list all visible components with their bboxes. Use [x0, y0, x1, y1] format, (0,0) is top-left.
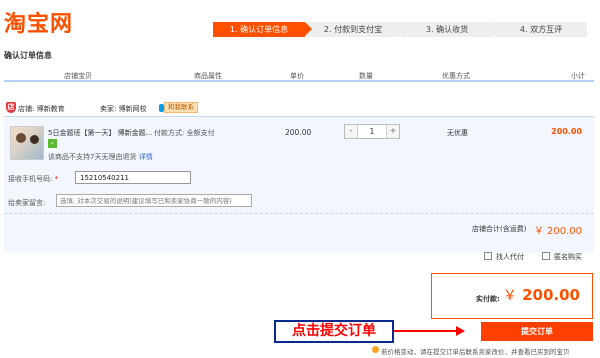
col-header-quantity: 数量 [359, 72, 373, 80]
seller-name[interactable]: 卖家: 博新网校 [100, 104, 147, 114]
product-title-link[interactable]: 5日金题班【第一天】 博新金题... [48, 128, 152, 138]
return-policy-note: 该商品不支持7天无理由退货 详情 [48, 152, 153, 162]
store-name[interactable]: 店铺: 博新教育 [18, 104, 65, 114]
phone-label-text: 接收手机号码: [8, 175, 53, 183]
price-change-note: 若价格变动，请在提交订单后联系卖家改价，并查看已买到的宝贝 [372, 346, 570, 356]
order-table-header: 店铺宝贝 商品属性 单价 数量 优惠方式 小计 [4, 68, 594, 82]
col-header-shop-item: 店铺宝贝 [64, 72, 92, 80]
guarantee-icon: ✓ [48, 139, 57, 148]
order-options: 找人代付 匿名购买 [0, 250, 600, 264]
unit-price: 200.00 [285, 128, 312, 137]
store-total-value: ￥ 200.00 [533, 226, 582, 237]
item-subtotal: 200.00 [551, 127, 582, 136]
order-item-box: 5日金题班【第一天】 博新金题... 付款方式: 全额支付 ✓ 该商品不支持7天… [4, 116, 594, 253]
payment-method: 付款方式: 全额支付 [154, 129, 215, 137]
payment-amount-value: 200.00 [522, 286, 580, 304]
required-star: * [54, 175, 59, 183]
col-header-attributes: 商品属性 [194, 72, 222, 80]
return-policy-text: 该商品不支持7天无理由退货 [48, 153, 137, 161]
currency-symbol: ￥ [502, 288, 517, 304]
product-thumbnail[interactable] [10, 126, 44, 160]
anonymous-checkbox[interactable] [542, 252, 550, 260]
actual-payment-amount: ￥ 200.00 [503, 285, 580, 305]
page-title: 确认订单信息 [4, 51, 52, 60]
shop-shield-icon: 店 [6, 102, 16, 113]
details-link[interactable]: 详情 [139, 153, 153, 161]
friend-pay-label[interactable]: 找人代付 [496, 252, 524, 262]
contact-me-badge[interactable]: 和我联系 [164, 102, 198, 113]
phone-label: 接收手机号码: * [8, 174, 58, 184]
seller-message-label: 给卖家留言: [8, 199, 46, 207]
quantity-input[interactable]: 1 [358, 125, 386, 138]
actual-payment-label: 实付款: [476, 295, 500, 303]
taobao-logo[interactable]: 淘宝网 [4, 6, 73, 38]
quantity-increase-button[interactable]: + [386, 125, 399, 138]
col-header-subtotal: 小计 [571, 72, 585, 80]
step-confirm-order: 1. 确认订单信息 [213, 22, 312, 37]
divider [4, 213, 594, 214]
quantity-decrease-button[interactable]: - [345, 125, 358, 138]
anonymous-label[interactable]: 匿名购买 [554, 252, 582, 262]
seller-message-input[interactable] [56, 194, 252, 207]
annotation-arrow [394, 330, 458, 332]
step-confirm-receipt: 3. 确认收货 [401, 22, 500, 37]
order-progress-steps: 1. 确认订单信息 2. 付款到支付宝 3. 确认收货 4. 双方互评 [213, 22, 589, 37]
shop-row: 店 店铺: 博新教育 卖家: 博新网校 和我联系 [4, 101, 594, 115]
store-total-label: 店铺合计(含运费) [472, 225, 527, 233]
payment-summary: 实付款: ￥ 200.00 [431, 273, 593, 319]
phone-number-field[interactable] [75, 171, 191, 184]
col-header-unit-price: 单价 [290, 72, 304, 80]
click-submit-annotation: 点击提交订单 [274, 320, 394, 343]
step-pay-alipay: 2. 付款到支付宝 [307, 22, 406, 37]
arrow-head-icon [456, 326, 465, 336]
step-mutual-review: 4. 双方互评 [495, 22, 587, 37]
discount-method: 无优惠 [447, 129, 468, 137]
price-change-text: 若价格变动，请在提交订单后联系卖家改价，并查看已买到的宝贝 [381, 348, 570, 356]
friend-pay-checkbox[interactable] [484, 252, 492, 260]
col-header-discount: 优惠方式 [442, 72, 470, 80]
quantity-stepper[interactable]: - 1 + [344, 124, 400, 139]
submit-order-button[interactable]: 提交订单 [481, 322, 593, 341]
